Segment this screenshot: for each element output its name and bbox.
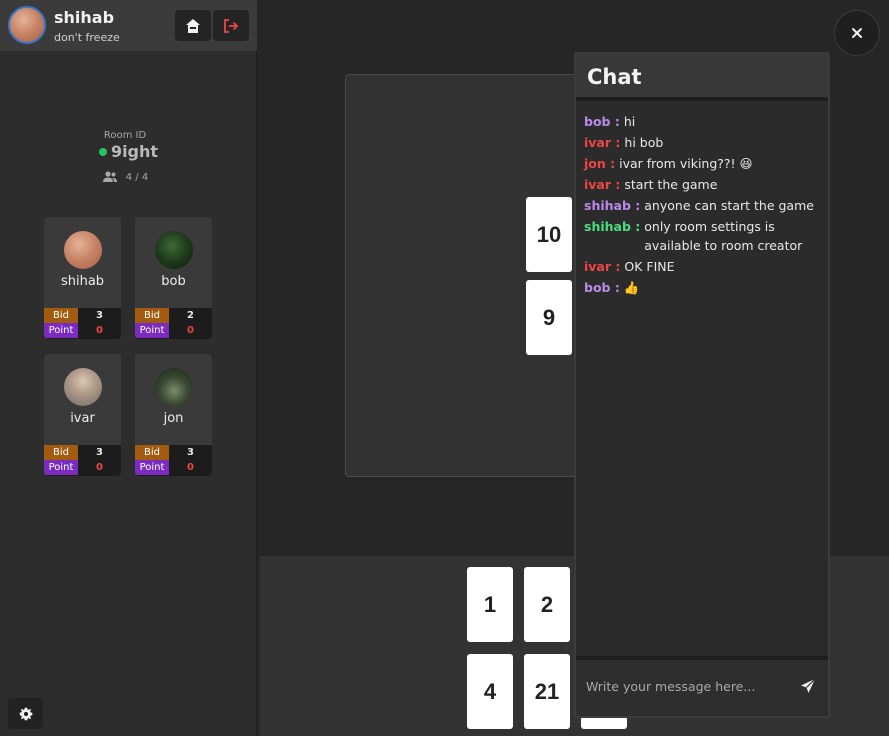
home-button[interactable] <box>175 10 211 41</box>
chat-messages: bob : hi ivar : hi bob jon : ivar from viki… <box>584 112 824 299</box>
point-value: 0 <box>187 462 194 473</box>
gear-icon <box>19 707 32 720</box>
point-value: 0 <box>187 325 194 336</box>
sidebar: shihab don't freeze Room ID 9ight 4 / 4 <box>0 0 257 736</box>
player-card: jon Bid 3 Point 0 <box>135 354 212 476</box>
members-count: 4 / 4 <box>125 171 149 183</box>
chat-message: shihab : anyone can start the game <box>584 196 824 215</box>
user-name: shihab <box>54 8 115 27</box>
point-value: 0 <box>96 462 103 473</box>
user-avatar <box>8 6 46 44</box>
point-label: Point <box>135 323 169 338</box>
send-button[interactable] <box>798 676 818 696</box>
online-status-dot <box>98 147 107 156</box>
player-avatar <box>64 368 102 406</box>
chat-panel: Chat bob : hi ivar : hi bob jon : ivar from… <box>574 52 830 718</box>
bid-label: Bid <box>44 445 78 460</box>
message-author: shihab : <box>584 219 641 234</box>
player-stats: Bid 3 Point 0 <box>44 445 121 476</box>
chat-message: jon : ivar from viking??! 😆 <box>584 154 824 173</box>
table-card: 10 <box>526 197 572 272</box>
point-value: 0 <box>96 325 103 336</box>
close-icon <box>852 28 862 38</box>
message-text: start the game <box>624 177 718 192</box>
player-name: ivar <box>70 411 95 426</box>
chat-title: Chat <box>587 65 642 89</box>
player-avatar <box>155 368 193 406</box>
message-author: ivar : <box>584 259 621 274</box>
logout-icon <box>224 18 239 33</box>
hand-card[interactable]: 4 <box>467 654 513 729</box>
message-text: only room settings is available to room … <box>644 219 803 253</box>
hand-card[interactable]: 1 <box>467 567 513 642</box>
profile-bar: shihab don't freeze <box>0 0 257 51</box>
members-count-row: 4 / 4 <box>0 171 250 183</box>
message-author: ivar : <box>584 177 621 192</box>
send-icon <box>801 678 816 693</box>
message-author: bob : <box>584 114 620 129</box>
chat-message: bob : hi <box>584 112 824 131</box>
player-name: jon <box>163 411 184 426</box>
player-avatar <box>155 231 193 269</box>
chat-message: ivar : OK FINE <box>584 257 824 276</box>
room-id-label: Room ID <box>103 130 147 141</box>
message-text: 👍 <box>623 280 640 295</box>
point-label: Point <box>135 460 169 475</box>
player-name: bob <box>161 274 186 289</box>
player-stats: Bid 3 Point 0 <box>135 445 212 476</box>
chat-message: bob : 👍 <box>584 278 824 297</box>
player-stats: Bid 2 Point 0 <box>135 308 212 339</box>
message-author: ivar : <box>584 135 621 150</box>
bid-value: 2 <box>187 310 194 321</box>
room-id: 9ight <box>110 142 159 161</box>
message-text: anyone can start the game <box>644 198 814 213</box>
message-text: ivar from viking??! 😆 <box>619 156 753 171</box>
message-author: jon : <box>584 156 616 171</box>
close-chat-button[interactable] <box>834 10 880 56</box>
player-name: shihab <box>60 274 105 289</box>
home-icon <box>186 18 200 33</box>
bid-value: 3 <box>96 310 103 321</box>
hand-card[interactable]: 21 <box>524 654 570 729</box>
chat-message: shihab : only room settings is available … <box>584 217 824 255</box>
message-author: bob : <box>584 280 620 295</box>
bid-value: 3 <box>96 447 103 458</box>
bid-label: Bid <box>135 445 169 460</box>
chat-message-input[interactable] <box>586 672 786 700</box>
message-text: hi bob <box>624 135 664 150</box>
player-avatar <box>64 231 102 269</box>
player-card: bob Bid 2 Point 0 <box>135 217 212 339</box>
message-text: hi <box>623 114 636 129</box>
bid-value: 3 <box>187 447 194 458</box>
point-label: Point <box>44 323 78 338</box>
player-card: shihab Bid 3 Point 0 <box>44 217 121 339</box>
users-icon <box>102 171 117 182</box>
game-table <box>345 74 607 477</box>
chat-message: ivar : start the game <box>584 175 824 194</box>
chat-header: Chat <box>576 54 828 101</box>
player-card: ivar Bid 3 Point 0 <box>44 354 121 476</box>
bid-label: Bid <box>135 308 169 323</box>
hand-card[interactable]: 2 <box>524 567 570 642</box>
message-text: OK FINE <box>624 259 675 274</box>
chat-message: ivar : hi bob <box>584 133 824 152</box>
user-status: don't freeze <box>54 31 120 44</box>
chat-input-bar <box>576 656 828 716</box>
bid-label: Bid <box>44 308 78 323</box>
point-label: Point <box>44 460 78 475</box>
table-card: 9 <box>526 280 572 355</box>
message-author: shihab : <box>584 198 641 213</box>
settings-button[interactable] <box>8 698 43 729</box>
room-id-row: 9ight <box>0 142 257 161</box>
logout-button[interactable] <box>213 10 249 41</box>
player-stats: Bid 3 Point 0 <box>44 308 121 339</box>
